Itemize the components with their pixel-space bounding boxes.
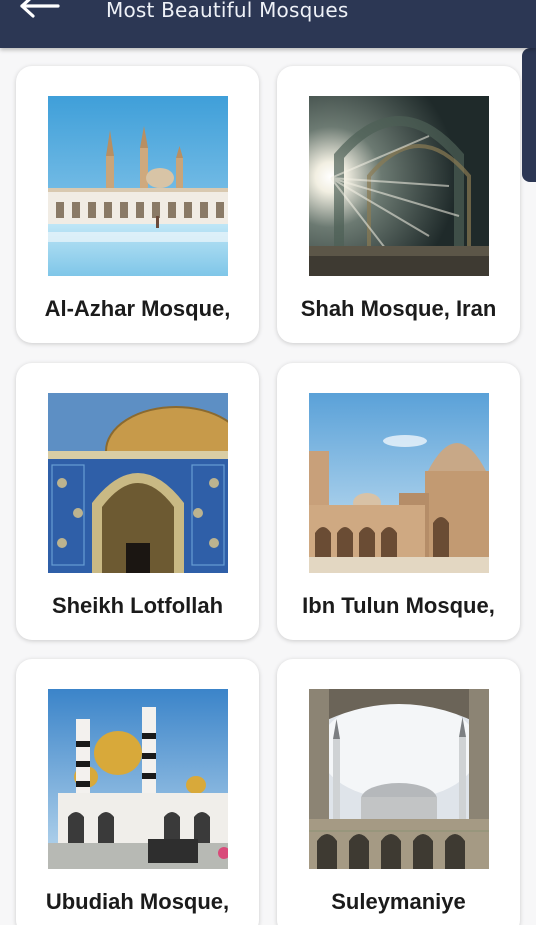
mosque-photo bbox=[48, 96, 228, 276]
mosque-card-al-azhar[interactable]: Al-Azhar Mosque, bbox=[16, 66, 259, 343]
mosque-grid: Al-Azhar Mosque, Shah Mosque, Iran Sheik… bbox=[0, 48, 536, 925]
mosque-card-ubudiah[interactable]: Ubudiah Mosque, bbox=[16, 659, 259, 925]
back-button[interactable] bbox=[18, 0, 62, 22]
mosque-photo bbox=[48, 689, 228, 869]
mosque-photo bbox=[309, 393, 489, 573]
page-title: Most Beautiful Mosques bbox=[106, 0, 349, 22]
mosque-name: Al-Azhar Mosque, bbox=[44, 296, 231, 321]
mosque-name: Sheikh Lotfollah bbox=[51, 593, 224, 618]
mosque-photo bbox=[309, 96, 489, 276]
arrow-left-icon bbox=[20, 0, 60, 18]
mosque-name: Shah Mosque, Iran bbox=[300, 296, 497, 321]
mosque-name: Ibn Tulun Mosque, bbox=[302, 593, 495, 618]
mosque-name: Suleymaniye bbox=[331, 889, 466, 914]
mosque-card-shah[interactable]: Shah Mosque, Iran bbox=[277, 66, 520, 343]
mosque-photo bbox=[309, 689, 489, 869]
mosque-card-ibn-tulun[interactable]: Ibn Tulun Mosque, bbox=[277, 363, 520, 640]
app-bar: Most Beautiful Mosques bbox=[0, 0, 536, 48]
mosque-photo bbox=[48, 393, 228, 573]
mosque-name: Ubudiah Mosque, bbox=[45, 889, 230, 914]
scrollbar-thumb[interactable] bbox=[522, 48, 536, 182]
mosque-card-suleymaniye[interactable]: Suleymaniye bbox=[277, 659, 520, 925]
mosque-card-sheikh-lotfollah[interactable]: Sheikh Lotfollah bbox=[16, 363, 259, 640]
